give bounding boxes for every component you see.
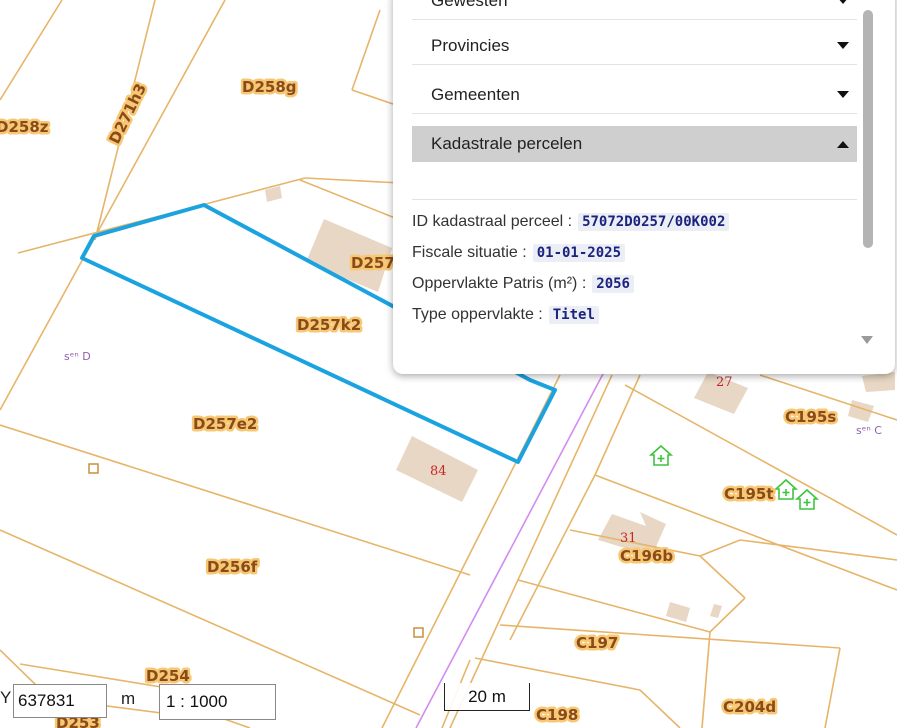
chevron-down-icon — [837, 91, 849, 98]
info-value: 2056 — [592, 275, 634, 293]
info-value: 01-01-2025 — [532, 244, 626, 262]
section-label: sᵉⁿ D — [64, 350, 91, 363]
house-icon — [794, 488, 820, 510]
house-icon — [648, 444, 674, 466]
parcel-label: D257e2 — [193, 415, 257, 433]
chevron-up-icon — [837, 140, 849, 148]
layer-item-provincies[interactable]: Provincies — [412, 27, 857, 65]
parcel-label: C195t — [724, 485, 774, 503]
info-row-perceel-id: ID kadastraal perceel : 57072D0257/00K00… — [412, 213, 730, 231]
info-value: Titel — [548, 306, 599, 324]
scroll-down-arrow-icon[interactable] — [861, 336, 873, 344]
chevron-down-icon — [837, 42, 849, 49]
boundary-marker — [413, 627, 424, 638]
house-number: 84 — [430, 464, 447, 479]
parcel-label: D257k2 — [297, 316, 361, 334]
info-row-fiscale-situatie: Fiscale situatie : 01-01-2025 — [412, 244, 626, 262]
layer-item-gemeenten[interactable]: Gemeenten — [412, 76, 857, 114]
layer-label: Gemeenten — [431, 84, 520, 104]
parcel-label: D257 — [351, 254, 395, 272]
unit-label: m — [121, 689, 136, 708]
house-icon — [773, 478, 799, 500]
scale-bar-label: 20 m — [468, 686, 506, 706]
layer-item-gewesten[interactable]: Gewesten — [412, 0, 857, 20]
building — [666, 602, 690, 622]
info-value: 57072D0257/00K002 — [578, 213, 730, 231]
boundary-marker — [88, 463, 99, 474]
scale-bar: 20 m — [444, 683, 530, 711]
parcel-label: C196b — [620, 547, 673, 565]
house-number: 27 — [716, 375, 733, 390]
chevron-down-icon — [837, 0, 849, 4]
layer-item-kadastrale-percelen[interactable]: Kadastrale percelen — [412, 126, 857, 162]
info-label: Oppervlakte Patris (m²) : — [412, 275, 587, 292]
coordinate-y-input[interactable] — [13, 684, 107, 718]
coordinate-label: Y — [0, 688, 12, 707]
parcel-label: C198 — [536, 706, 578, 724]
parcel-label: D258g — [242, 78, 297, 96]
building — [862, 372, 895, 392]
layer-info-panel: Gewesten Provincies Gemeenten Kadastrale… — [393, 0, 895, 374]
parcel-label: D256f — [207, 558, 258, 576]
parcel-label: D271h3 — [105, 81, 150, 147]
info-label: Type oppervlakte : — [412, 306, 543, 323]
scrollbar-thumb[interactable] — [863, 10, 873, 248]
parcel-label: C204d — [723, 698, 776, 716]
parcel-label: D254 — [146, 667, 190, 685]
scale-input[interactable] — [159, 684, 276, 720]
parcel-label: C197 — [576, 634, 618, 652]
section-label: sᵉⁿ C — [856, 424, 882, 437]
building — [710, 604, 722, 618]
parcel-label: C195s — [785, 408, 836, 426]
info-label: Fiscale situatie : — [412, 244, 527, 261]
layer-label: Gewesten — [431, 0, 508, 10]
house-number: 31 — [620, 531, 637, 546]
info-row-type-oppervlakte: Type oppervlakte : Titel — [412, 306, 599, 324]
layer-label: Kadastrale percelen — [431, 134, 583, 153]
info-row-oppervlakte: Oppervlakte Patris (m²) : 2056 — [412, 275, 634, 293]
layer-label: Provincies — [431, 35, 510, 55]
divider — [412, 199, 857, 200]
info-label: ID kadastraal perceel : — [412, 213, 573, 230]
parcel-label: D258z — [0, 118, 49, 136]
